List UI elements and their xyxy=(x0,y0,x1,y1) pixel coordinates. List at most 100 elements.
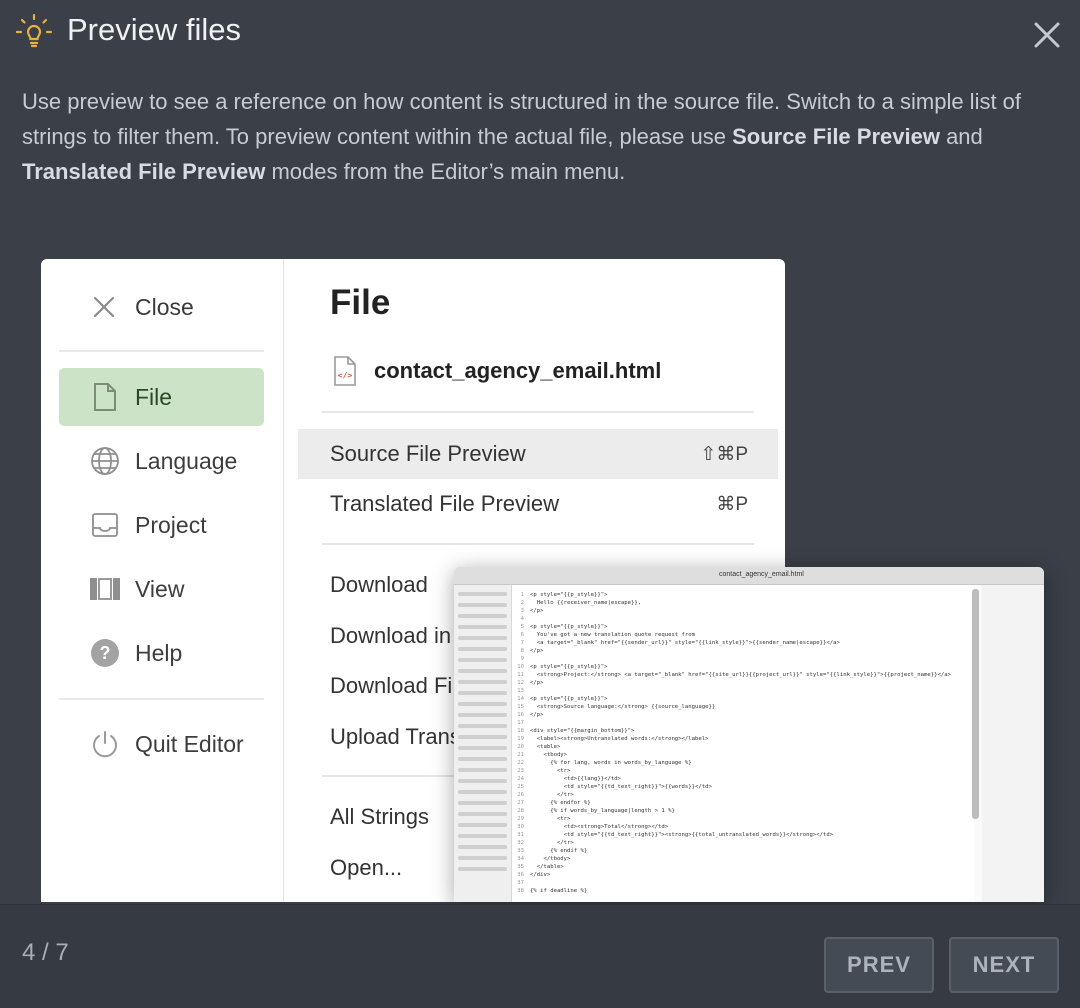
line-number: 35 xyxy=(517,864,524,870)
code-line: 20 <table> xyxy=(512,743,974,751)
sidebar-item-label: Quit Editor xyxy=(135,730,244,757)
prev-button[interactable]: PREV xyxy=(824,937,934,993)
file-name-row: </> contact_agency_email.html xyxy=(332,355,661,387)
shortcut: ⌘P xyxy=(716,493,748,515)
code-line: 37 xyxy=(512,879,974,887)
line-number: 5 xyxy=(520,624,524,630)
code-text: <strong>Project:</strong> <a target="_bl… xyxy=(530,672,951,678)
code-line: 16 </p> xyxy=(512,711,974,719)
dialog-title: Preview files xyxy=(67,12,241,47)
code-text: You've got a new translation quote reque… xyxy=(530,632,696,638)
menu-item-label: Source File Preview xyxy=(330,441,526,466)
line-number: 9 xyxy=(520,656,524,662)
line-number: 8 xyxy=(520,648,524,654)
code-text: <table> xyxy=(530,744,561,750)
line-number: 22 xyxy=(517,760,524,766)
code-line: 11 <strong>Project:</strong> <a target="… xyxy=(512,671,974,679)
close-icon[interactable] xyxy=(1030,18,1064,52)
code-line: 15 <strong>Source language:</strong> {{s… xyxy=(512,703,974,711)
line-number: 16 xyxy=(517,712,524,718)
sidebar-item-project: Project xyxy=(59,496,264,554)
line-number: 21 xyxy=(517,752,524,758)
line-number: 6 xyxy=(520,632,524,638)
code-text: <p style="{{p_style}}"> xyxy=(530,592,608,598)
shortcut: ⇧⌘P xyxy=(700,443,748,465)
code-line: 38 {% if deadline %} xyxy=(512,887,974,895)
code-text: </div> xyxy=(530,872,551,878)
code-text: <tr> xyxy=(530,768,571,774)
divider xyxy=(59,698,264,700)
sidebar-close-label: Close xyxy=(135,293,194,320)
lightbulb-icon xyxy=(15,13,53,48)
code-line: 14 <p style="{{p_style}}"> xyxy=(512,695,974,703)
sidebar-close: Close xyxy=(91,289,194,325)
source-preview-window: contact_agency_email.html 1 <p style="{{p… xyxy=(454,567,1044,902)
code-line: 31 <td style="{{td_text_right}}"><strong… xyxy=(512,831,974,839)
line-number: 27 xyxy=(517,800,524,806)
code-line: 3 </p> xyxy=(512,607,974,615)
menu-title: File xyxy=(330,283,391,322)
line-number: 31 xyxy=(517,832,524,838)
menu-item-label: Download Fi xyxy=(330,673,453,698)
next-button[interactable]: NEXT xyxy=(949,937,1059,993)
code-text: </p> xyxy=(530,608,544,614)
menu-item-label: Translated File Preview xyxy=(330,491,560,516)
code-text: <td style="{{td_text_right}}">{{words}}<… xyxy=(530,784,712,790)
line-number: 15 xyxy=(517,704,524,710)
line-number: 24 xyxy=(517,776,524,782)
code-text: {% endfor %} xyxy=(530,800,591,806)
file-icon xyxy=(89,381,121,413)
step-counter: 4 / 7 xyxy=(22,939,69,966)
code-text: </p> xyxy=(530,712,544,718)
code-text: Hello {{receiver_name|escape}}, xyxy=(530,600,642,606)
line-number: 32 xyxy=(517,840,524,846)
line-number: 3 xyxy=(520,608,524,614)
divider xyxy=(59,350,264,352)
code-text: </p> xyxy=(530,680,544,686)
code-line: 8 </p> xyxy=(512,647,974,655)
code-line: 29 <tr> xyxy=(512,815,974,823)
description-emphasis: Source File Preview xyxy=(732,124,940,149)
sidebar-item-label: View xyxy=(135,575,185,602)
code-line: 32 </tr> xyxy=(512,839,974,847)
code-line: 12 </p> xyxy=(512,679,974,687)
code-text: {% if words_by_language|length > 1 %} xyxy=(530,808,675,814)
code-line: 19 <label><strong>Untranslated words:</s… xyxy=(512,735,974,743)
dialog-footer: 4 / 7 PREV NEXT xyxy=(0,904,1080,1008)
code-view: 1 <p style="{{p_style}}"> 2 Hello {{receiv… xyxy=(512,585,974,902)
sidebar-item-label: Language xyxy=(135,447,238,474)
svg-text:</>: </> xyxy=(338,371,353,380)
code-text: </table> xyxy=(530,864,564,870)
code-line: 21 <tbody> xyxy=(512,751,974,759)
code-text: <p style="{{p_style}}"> xyxy=(530,624,608,630)
line-number: 38 xyxy=(517,888,524,894)
line-number: 13 xyxy=(517,688,524,694)
code-line: 10 <p style="{{p_style}}"> xyxy=(512,663,974,671)
dialog-description: Use preview to see a reference on how co… xyxy=(22,84,1062,189)
columns-icon xyxy=(89,573,121,605)
line-number: 30 xyxy=(517,824,524,830)
window-title: contact_agency_email.html xyxy=(719,571,804,578)
menu-item-label: All Strings xyxy=(330,804,430,829)
html-file-icon: </> xyxy=(334,356,356,386)
file-name: contact_agency_email.html xyxy=(374,358,662,383)
line-number: 10 xyxy=(517,664,524,670)
code-line: 35 </table> xyxy=(512,863,974,871)
line-number: 11 xyxy=(517,672,524,678)
sidebar-item-label: Project xyxy=(135,511,207,538)
code-text: <p style="{{p_style}}"> xyxy=(530,664,608,670)
menu-item-label: Open... xyxy=(330,855,403,880)
menu-item-label: Upload Trans xyxy=(330,724,461,749)
sidebar-item-language: Language xyxy=(59,432,264,490)
code-text: <strong>Source language:</strong> {{sour… xyxy=(530,704,716,710)
code-line: 13 xyxy=(512,687,974,695)
code-line: 18 <div style="{{margin_bottom}}"> xyxy=(512,727,974,735)
line-number: 33 xyxy=(517,848,524,854)
line-number: 2 xyxy=(520,600,524,606)
code-text: <td style="{{td_text_right}}"><strong>{{… xyxy=(530,832,834,838)
code-text: </tr> xyxy=(530,840,574,846)
window-titlebar: contact_agency_email.html xyxy=(454,567,1044,585)
code-line: 6 You've got a new translation quote req… xyxy=(512,631,974,639)
menu-sidebar: Close File Language Project View ? Help … xyxy=(41,259,284,902)
line-number: 34 xyxy=(517,856,524,862)
